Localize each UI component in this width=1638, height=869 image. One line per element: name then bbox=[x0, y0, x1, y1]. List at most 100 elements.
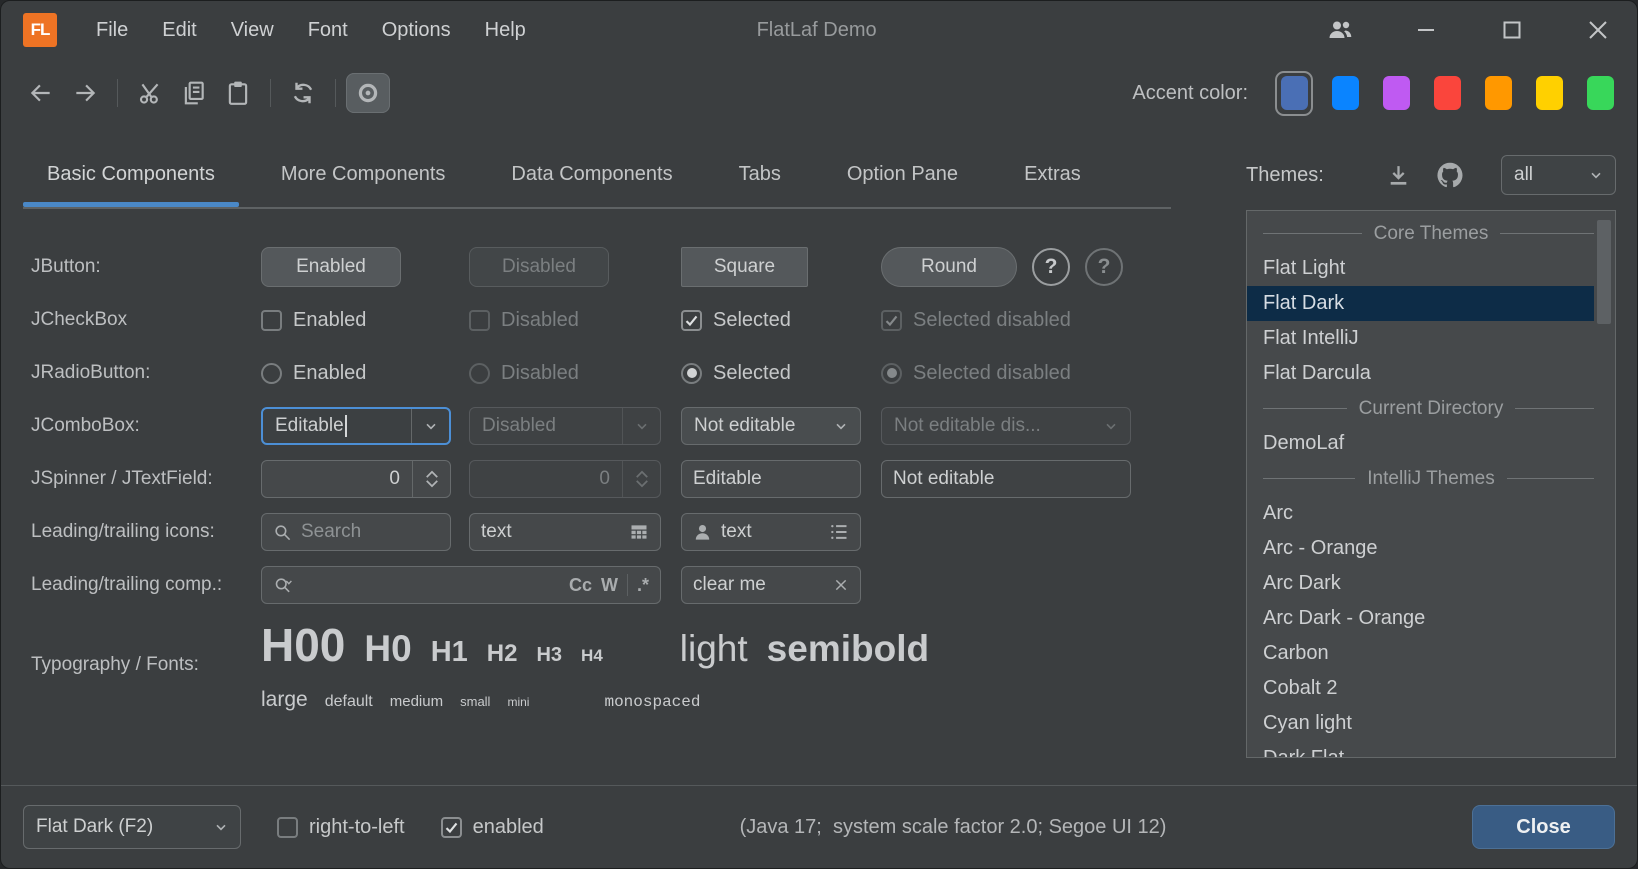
tab-tabs[interactable]: Tabs bbox=[715, 141, 805, 207]
radio-enabled[interactable]: Enabled bbox=[261, 362, 366, 385]
search-field[interactable]: Search bbox=[261, 513, 451, 551]
theme-item-arc-orange[interactable]: Arc - Orange bbox=[1247, 531, 1595, 566]
cut-button[interactable] bbox=[128, 73, 172, 113]
list-icon[interactable] bbox=[829, 522, 849, 542]
search-field-with-options[interactable]: Cc W .* bbox=[261, 566, 661, 604]
themes-scrollbar[interactable] bbox=[1594, 212, 1614, 756]
combobox-disabled: Disabled bbox=[469, 407, 661, 445]
spinner-disabled: 0 bbox=[469, 460, 661, 498]
radio-selected[interactable]: Selected bbox=[681, 362, 791, 385]
copy-icon bbox=[181, 80, 207, 106]
accent-swatch-7[interactable] bbox=[1581, 71, 1619, 116]
close-button[interactable]: Close bbox=[1472, 805, 1615, 849]
back-button[interactable] bbox=[19, 73, 63, 113]
accent-swatch-6[interactable] bbox=[1530, 71, 1568, 116]
tab-more-components[interactable]: More Components bbox=[257, 141, 470, 207]
textfield-trailing-table[interactable]: text bbox=[469, 513, 661, 551]
spinner-enabled[interactable]: 0 bbox=[261, 460, 451, 498]
theme-item-flat-darcula[interactable]: Flat Darcula bbox=[1247, 356, 1595, 391]
checkbox-label-text: Selected bbox=[713, 309, 791, 332]
theme-item-cobalt-2[interactable]: Cobalt 2 bbox=[1247, 671, 1595, 706]
jradiobutton-label: JRadioButton: bbox=[1, 362, 261, 384]
textfield-value[interactable]: Editable bbox=[693, 468, 849, 490]
theme-item-flat-light[interactable]: Flat Light bbox=[1247, 251, 1595, 286]
spinner-up-down-icon[interactable] bbox=[412, 461, 450, 497]
menu-file[interactable]: File bbox=[79, 1, 145, 59]
square-button[interactable]: Square bbox=[681, 247, 808, 287]
enabled-checkbox[interactable]: enabled bbox=[441, 816, 544, 839]
theme-item-arc[interactable]: Arc bbox=[1247, 496, 1595, 531]
spinner-value[interactable]: 0 bbox=[262, 468, 412, 490]
menu-edit[interactable]: Edit bbox=[145, 1, 213, 59]
inspect-toggle-button[interactable] bbox=[346, 73, 390, 113]
scrollbar-thumb[interactable] bbox=[1597, 220, 1611, 324]
tab-extras[interactable]: Extras bbox=[1000, 141, 1105, 207]
chevron-down-icon[interactable] bbox=[411, 409, 449, 443]
copy-button[interactable] bbox=[172, 73, 216, 113]
theme-item-demolaf[interactable]: DemoLaf bbox=[1247, 426, 1595, 461]
textfield-leading-user[interactable]: text bbox=[681, 513, 861, 551]
accent-swatch-color bbox=[1281, 76, 1308, 110]
combobox-not-editable-disabled: Not editable dis... bbox=[881, 407, 1131, 445]
rtl-checkbox[interactable]: right-to-left bbox=[277, 816, 405, 839]
users-icon[interactable] bbox=[1323, 13, 1357, 47]
forward-button[interactable] bbox=[63, 73, 107, 113]
textfield-value[interactable]: clear me bbox=[693, 574, 824, 596]
clear-icon[interactable] bbox=[833, 577, 849, 593]
enabled-button[interactable]: Enabled bbox=[261, 247, 401, 287]
menu-view[interactable]: View bbox=[214, 1, 291, 59]
refresh-button[interactable] bbox=[281, 73, 325, 113]
theme-item-arc-dark-orange[interactable]: Arc Dark - Orange bbox=[1247, 601, 1595, 636]
accent-swatch-3[interactable] bbox=[1377, 71, 1415, 116]
maximize-button[interactable] bbox=[1495, 13, 1529, 47]
round-button[interactable]: Round bbox=[881, 247, 1017, 287]
accent-swatch-5[interactable] bbox=[1479, 71, 1517, 116]
github-button[interactable] bbox=[1435, 160, 1465, 190]
theme-item-arc-dark[interactable]: Arc Dark bbox=[1247, 566, 1595, 601]
tab-option-pane[interactable]: Option Pane bbox=[823, 141, 982, 207]
jbutton-label: JButton: bbox=[1, 256, 261, 278]
combobox-editable[interactable]: Editable bbox=[261, 407, 451, 445]
tab-data-components[interactable]: Data Components bbox=[487, 141, 696, 207]
textfield-editable[interactable]: Editable bbox=[681, 460, 861, 498]
close-button-window[interactable] bbox=[1581, 13, 1615, 47]
minimize-button[interactable] bbox=[1409, 13, 1443, 47]
tab-basic-components[interactable]: Basic Components bbox=[23, 141, 239, 207]
menu-font[interactable]: Font bbox=[291, 1, 365, 59]
regex-button[interactable]: .* bbox=[637, 575, 649, 596]
combobox-not-editable[interactable]: Not editable bbox=[681, 407, 861, 445]
back-icon bbox=[28, 80, 54, 106]
theme-item-flat-dark[interactable]: Flat Dark bbox=[1247, 286, 1595, 321]
menu-help[interactable]: Help bbox=[468, 1, 543, 59]
theme-item-carbon[interactable]: Carbon bbox=[1247, 636, 1595, 671]
accent-swatch-1[interactable] bbox=[1275, 71, 1313, 116]
theme-item-flat-intellij[interactable]: Flat IntelliJ bbox=[1247, 321, 1595, 356]
themes-list-items: Core ThemesFlat LightFlat DarkFlat Intel… bbox=[1247, 216, 1615, 758]
search-dropdown-icon[interactable] bbox=[273, 576, 299, 595]
textfield-value[interactable]: text bbox=[721, 521, 820, 543]
help-button[interactable]: ? bbox=[1032, 248, 1070, 286]
accent-swatch-4[interactable] bbox=[1428, 71, 1466, 116]
accent-swatches bbox=[1262, 71, 1619, 116]
table-icon[interactable] bbox=[629, 522, 649, 542]
theme-item-dark-flat[interactable]: Dark Flat bbox=[1247, 741, 1595, 758]
whole-word-button[interactable]: W bbox=[601, 575, 618, 596]
user-icon bbox=[693, 523, 712, 542]
checkbox-selected[interactable]: Selected bbox=[681, 309, 791, 332]
combobox-value: Disabled bbox=[470, 415, 622, 437]
basic-components-content: JButton: Enabled Disabled Square Round ?… bbox=[1, 247, 1191, 712]
match-case-button[interactable]: Cc bbox=[569, 575, 592, 596]
laf-combo[interactable]: Flat Dark (F2) bbox=[23, 805, 241, 849]
textfield-value[interactable]: text bbox=[481, 521, 620, 543]
enabled-label: enabled bbox=[473, 816, 544, 839]
checkbox-icon bbox=[261, 310, 282, 331]
theme-item-cyan-light[interactable]: Cyan light bbox=[1247, 706, 1595, 741]
accent-swatch-2[interactable] bbox=[1326, 71, 1364, 116]
menu-options[interactable]: Options bbox=[365, 1, 468, 59]
themes-filter-combo[interactable]: all bbox=[1501, 155, 1616, 195]
clear-me-field[interactable]: clear me bbox=[681, 566, 861, 604]
checkbox-enabled[interactable]: Enabled bbox=[261, 309, 366, 332]
chevron-down-icon bbox=[622, 408, 660, 444]
download-button[interactable] bbox=[1386, 163, 1411, 188]
paste-button[interactable] bbox=[216, 73, 260, 113]
